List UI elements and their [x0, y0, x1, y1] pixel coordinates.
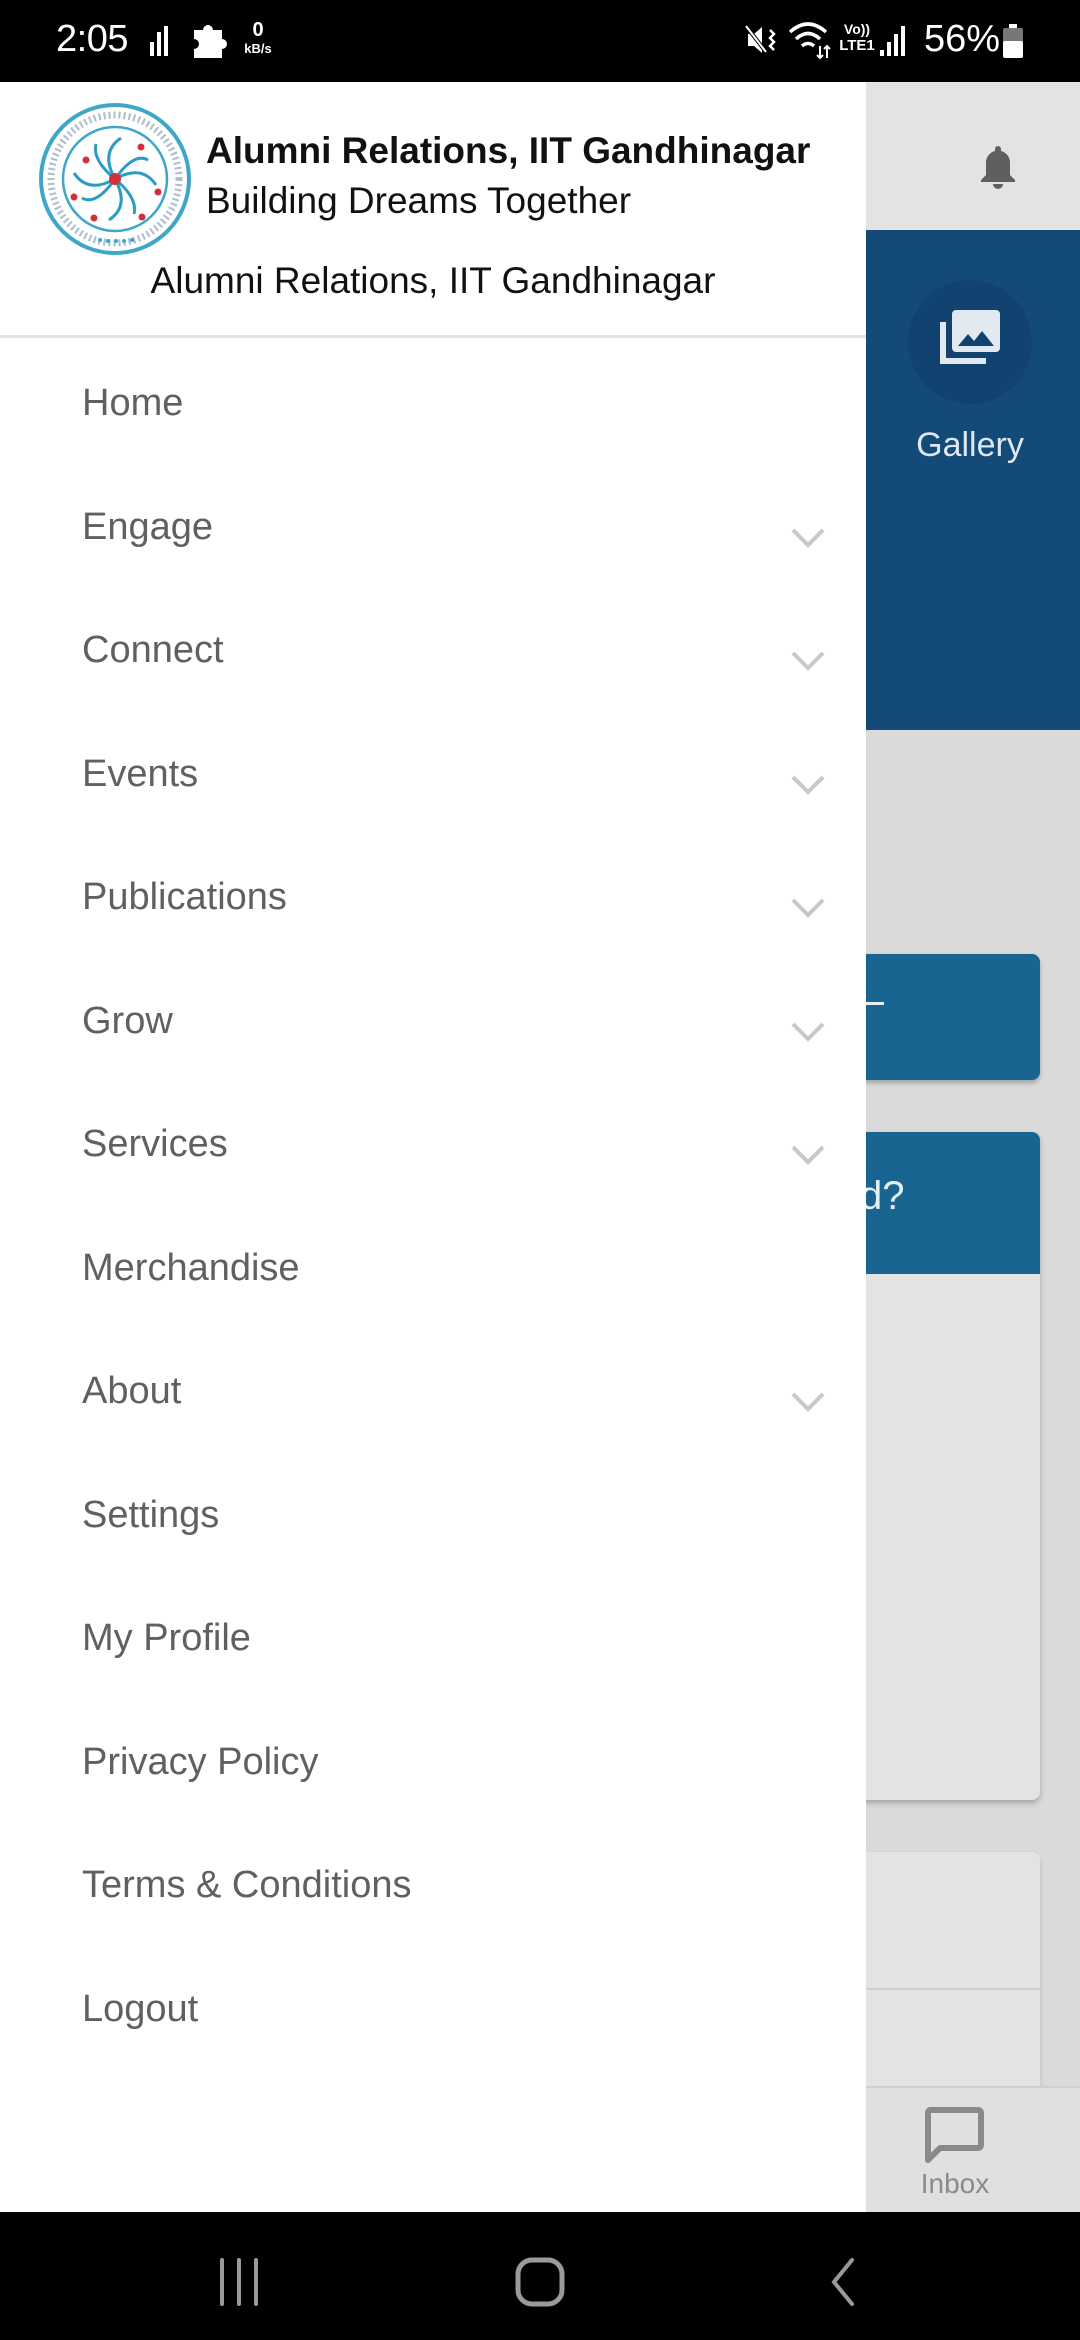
- chevron-down-icon[interactable]: [790, 896, 826, 920]
- menu-item-settings[interactable]: Settings: [0, 1464, 866, 1587]
- puzzle-icon: [194, 25, 227, 58]
- drawer-subtitle: Alumni Relations, IIT Gandhinagar: [150, 260, 716, 301]
- mute-vibrate-icon: [744, 24, 776, 54]
- menu-item-label: Privacy Policy: [82, 1740, 319, 1783]
- home-icon[interactable]: [512, 2256, 568, 2308]
- drawer-header: Alumni Relations, IIT Gandhinagar Buildi…: [0, 82, 866, 338]
- navigation-drawer: Alumni Relations, IIT Gandhinagar Buildi…: [0, 82, 866, 2212]
- menu-item-label: About: [82, 1370, 182, 1412]
- menu-item-grow[interactable]: Grow: [0, 970, 866, 1093]
- menu-item-terms-and-conditions[interactable]: Terms & Conditions: [0, 1834, 866, 1957]
- menu-item-label: Connect: [82, 629, 224, 671]
- inbox-chat-icon[interactable]: [924, 2106, 984, 2164]
- menu-item-label: Grow: [82, 999, 173, 1042]
- menu-item-label: Merchandise: [82, 1246, 300, 1289]
- menu-item-label: Terms & Conditions: [82, 1864, 412, 1906]
- menu-item-publications[interactable]: Publications: [0, 846, 866, 969]
- menu-item-logout[interactable]: Logout: [0, 1958, 866, 2081]
- network-type: Vo)) LTE1: [839, 21, 875, 54]
- status-bar: 2:05 0 kB/s Vo)) LTE1 56%: [0, 0, 1080, 82]
- menu-item-my-profile[interactable]: My Profile: [0, 1587, 866, 1710]
- signal-bars-icon: [150, 26, 172, 56]
- chevron-down-icon[interactable]: [790, 773, 826, 797]
- menu-item-label: Settings: [82, 1493, 220, 1536]
- brand-tagline: Building Dreams Together: [206, 180, 632, 221]
- battery-icon: [1003, 24, 1023, 58]
- system-navigation-bar: [0, 2212, 1080, 2340]
- data-speed-value: 0: [252, 19, 264, 41]
- menu-item-label: Services: [82, 1123, 228, 1165]
- inbox-label[interactable]: Inbox: [900, 2168, 1010, 2200]
- menu-item-privacy-policy[interactable]: Privacy Policy: [0, 1711, 866, 1834]
- menu-item-services[interactable]: Services: [0, 1093, 866, 1216]
- status-time: 2:05: [56, 18, 128, 60]
- data-speed-unit: kB/s: [244, 41, 272, 56]
- menu-item-label: Events: [82, 752, 199, 795]
- menu-item-engage[interactable]: Engage: [0, 476, 866, 599]
- background-card-title: d?: [860, 1174, 905, 1218]
- notification-bell-icon[interactable]: [976, 142, 1020, 190]
- menu-item-events[interactable]: Events: [0, 723, 866, 846]
- menu-item-connect[interactable]: Connect: [0, 599, 866, 722]
- menu-item-about[interactable]: About: [0, 1340, 866, 1463]
- battery-percent: 56%: [924, 18, 1001, 60]
- chevron-down-icon[interactable]: [790, 649, 826, 673]
- chevron-down-icon[interactable]: [790, 1390, 826, 1414]
- menu-item-label: Logout: [82, 1987, 199, 2030]
- chevron-down-icon[interactable]: [790, 526, 826, 550]
- menu-item-label: My Profile: [82, 1617, 251, 1659]
- chevron-down-icon[interactable]: [790, 1143, 826, 1167]
- menu-item-label: Publications: [82, 876, 287, 918]
- menu-item-label: Home: [82, 382, 184, 424]
- menu-item-home[interactable]: Home: [0, 352, 866, 475]
- gallery-label: Gallery: [916, 426, 1024, 464]
- menu-item-merchandise[interactable]: Merchandise: [0, 1217, 866, 1340]
- wifi-icon: [788, 22, 831, 60]
- back-icon[interactable]: [822, 2256, 862, 2308]
- chevron-down-icon[interactable]: [790, 1020, 826, 1044]
- cell-signal-icon: [880, 26, 910, 56]
- data-speed: 0 kB/s: [238, 20, 278, 55]
- menu-item-label: Engage: [82, 505, 214, 548]
- recents-icon[interactable]: [214, 2256, 264, 2308]
- iit-gandhinagar-logo-icon: [39, 103, 191, 255]
- gallery-icon: [940, 310, 1000, 364]
- brand-title: Alumni Relations, IIT Gandhinagar: [206, 130, 811, 171]
